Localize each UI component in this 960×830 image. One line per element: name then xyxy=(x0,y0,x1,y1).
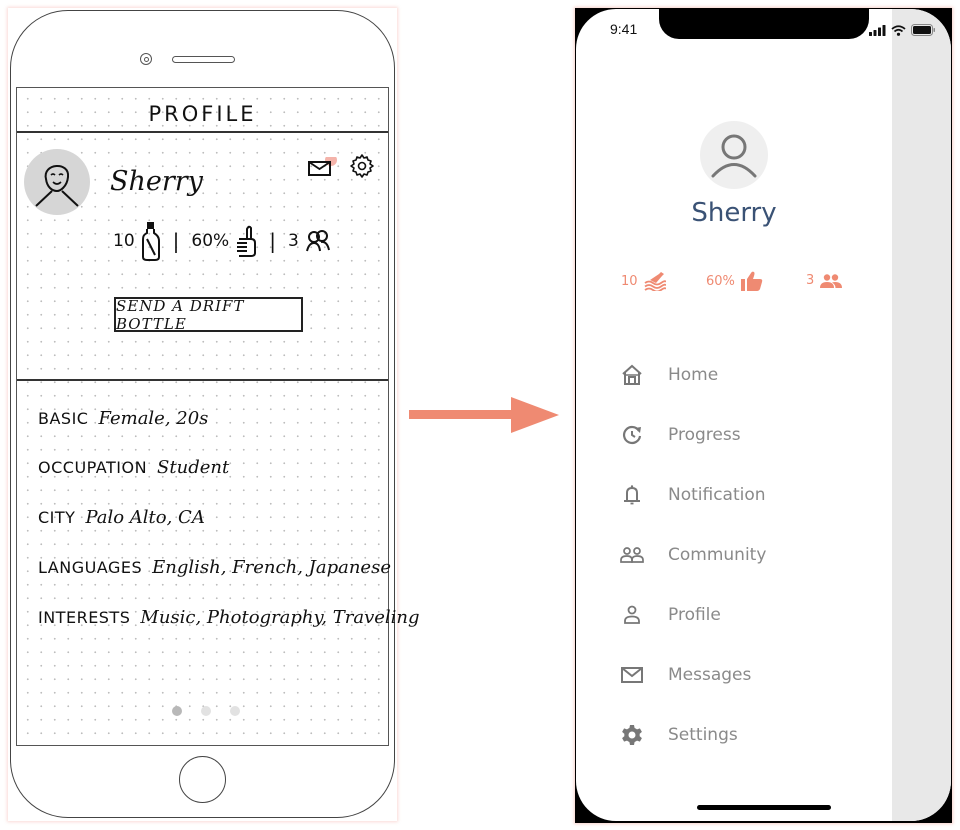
menu-item-messages[interactable]: Messages xyxy=(620,645,870,705)
home-indicator[interactable] xyxy=(697,805,831,810)
page-dot-active[interactable] xyxy=(172,706,182,716)
side-menu: Home Progress Notification Community Pro… xyxy=(620,345,870,765)
battery-icon xyxy=(911,24,935,36)
send-drift-bottle-button[interactable]: SEND A DRIFT BOTTLE xyxy=(114,297,303,333)
transition-arrow-icon xyxy=(409,397,559,433)
device-notch xyxy=(659,9,869,39)
info-value: English, French, Japanese xyxy=(152,557,391,578)
home-icon xyxy=(620,363,644,387)
sketch-screen: PROFILE Sherry 10 | 60% | 3 SEND A DRIFT… xyxy=(16,87,420,746)
menu-item-profile[interactable]: Profile xyxy=(620,585,870,645)
envelope-icon[interactable] xyxy=(307,154,337,182)
menu-label: Notification xyxy=(668,485,766,505)
page-dot[interactable] xyxy=(230,706,240,716)
menu-item-progress[interactable]: Progress xyxy=(620,405,870,465)
avatar[interactable] xyxy=(24,149,90,215)
status-time: 9:41 xyxy=(610,21,638,37)
stat-bottles: 10 xyxy=(621,271,666,291)
menu-label: Settings xyxy=(668,725,738,745)
bottles-count: 10 xyxy=(113,231,135,251)
bottle-icon xyxy=(141,222,160,261)
menu-label: Community xyxy=(668,545,767,565)
menu-label: Messages xyxy=(668,665,752,685)
info-row-languages: LANGUAGES English, French, Japanese xyxy=(38,557,391,578)
drawer-overlay[interactable] xyxy=(892,9,951,821)
info-row-occupation: OCCUPATION Student xyxy=(38,457,229,478)
section-divider xyxy=(17,379,388,381)
info-value: Palo Alto, CA xyxy=(85,507,205,528)
menu-item-settings[interactable]: Settings xyxy=(620,705,870,765)
stat-friends: 3 xyxy=(806,273,843,288)
stat-value: 60% xyxy=(706,273,735,289)
speaker-grille xyxy=(172,56,235,63)
user-name: Sherry xyxy=(691,198,777,228)
stat-value: 10 xyxy=(621,273,638,289)
header-divider xyxy=(17,131,388,133)
stat-separator: | xyxy=(269,229,276,253)
likes-percent: 60% xyxy=(191,231,230,251)
info-row-city: CITY Palo Alto, CA xyxy=(38,507,205,528)
status-icons xyxy=(869,24,936,36)
info-key: OCCUPATION xyxy=(38,458,148,477)
home-button[interactable] xyxy=(179,756,226,803)
signal-icon xyxy=(869,24,886,36)
info-row-interests: INTERESTS Music, Photography, Traveling xyxy=(38,607,420,628)
friends-count: 3 xyxy=(287,231,299,251)
user-stats: 10 | 60% | 3 xyxy=(113,222,331,261)
gear-icon xyxy=(620,723,644,747)
info-key: INTERESTS xyxy=(38,608,131,627)
thumbs-up-icon xyxy=(740,271,763,291)
info-value: Female, 20s xyxy=(98,408,209,429)
drift-bottle-icon xyxy=(644,272,666,291)
info-key: BASIC xyxy=(38,409,89,428)
menu-item-notification[interactable]: Notification xyxy=(620,465,870,525)
wifi-icon xyxy=(891,24,906,36)
user-name: Sherry xyxy=(110,166,203,197)
stat-likes: 60% xyxy=(706,271,763,291)
info-key: LANGUAGES xyxy=(38,558,143,577)
person-icon xyxy=(620,603,644,627)
camera-icon xyxy=(140,53,152,65)
menu-label: Home xyxy=(668,365,719,385)
gear-icon[interactable] xyxy=(348,152,376,185)
info-row-basic: BASIC Female, 20s xyxy=(38,408,208,429)
hifi-screen: 9:41 Sherry 10 60% 3 Home Progress Notif… xyxy=(576,9,951,821)
avatar[interactable] xyxy=(700,121,768,189)
hifi-mockup-frame: 9:41 Sherry 10 60% 3 Home Progress Notif… xyxy=(575,8,952,823)
stat-value: 3 xyxy=(806,273,815,288)
menu-label: Profile xyxy=(668,605,721,625)
community-icon xyxy=(620,543,644,567)
progress-icon xyxy=(620,423,644,447)
info-value: Student xyxy=(157,457,230,478)
thumbs-up-icon xyxy=(237,225,257,257)
people-icon xyxy=(820,273,843,288)
menu-item-community[interactable]: Community xyxy=(620,525,870,585)
info-key: CITY xyxy=(38,508,76,527)
page-indicator[interactable] xyxy=(172,706,240,716)
person-avatar-icon xyxy=(711,134,757,178)
mail-icon xyxy=(620,663,644,687)
page-title: PROFILE xyxy=(148,102,257,126)
smiley-face-icon xyxy=(35,165,79,207)
page-dot[interactable] xyxy=(201,706,211,716)
people-icon xyxy=(305,230,330,252)
info-value: Music, Photography, Traveling xyxy=(140,607,420,628)
menu-item-home[interactable]: Home xyxy=(620,345,870,405)
bell-icon xyxy=(620,483,644,507)
stat-separator: | xyxy=(172,229,180,253)
menu-label: Progress xyxy=(668,425,741,445)
